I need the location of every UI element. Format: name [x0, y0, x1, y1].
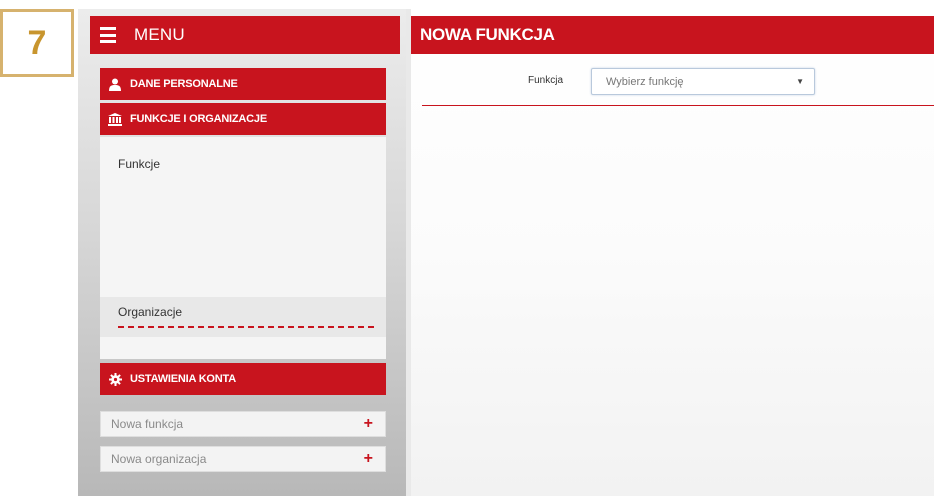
section-label: USTAWIENIA KONTA	[130, 373, 236, 385]
action-label: Nowa funkcja	[111, 417, 184, 431]
hamburger-icon[interactable]	[100, 27, 116, 43]
function-field-label: Funkcja	[528, 75, 564, 86]
active-underline	[118, 326, 374, 328]
menu-title: MENU	[134, 25, 185, 44]
section-label: FUNKCJE I ORGANIZACJE	[130, 113, 267, 125]
function-select[interactable]: Wybierz funkcję ▼	[591, 68, 815, 95]
section-label: DANE PERSONALNE	[130, 78, 238, 90]
form-divider	[422, 105, 934, 106]
section-ustawienia-konta[interactable]: USTAWIENIA KONTA	[100, 363, 386, 395]
user-icon	[108, 77, 122, 91]
new-function-button[interactable]: Nowa funkcja +	[100, 411, 386, 437]
sidebar: MENU DANE PERSONALNE FUNKCJE I ORGANIZAC…	[78, 9, 406, 496]
section-funkcje-i-organizacje[interactable]: FUNKCJE I ORGANIZACJE	[100, 103, 386, 135]
new-organization-button[interactable]: Nowa organizacja +	[100, 446, 386, 472]
main-panel: NOWA FUNKCJA Funkcja Wybierz funkcję ▼	[411, 9, 934, 496]
select-value: Wybierz funkcję	[606, 75, 684, 88]
section-dane-personalne[interactable]: DANE PERSONALNE	[100, 68, 386, 100]
page-title: NOWA FUNKCJA	[411, 16, 934, 54]
gear-icon	[108, 372, 122, 386]
submenu-panel: Funkcje Organizacje	[100, 137, 386, 359]
action-label: Nowa organizacja	[111, 452, 207, 466]
institution-icon	[108, 112, 122, 126]
plus-icon[interactable]: +	[364, 450, 373, 468]
app-window: MENU DANE PERSONALNE FUNKCJE I ORGANIZAC…	[78, 9, 934, 496]
plus-icon[interactable]: +	[364, 415, 373, 433]
menu-header[interactable]: MENU	[90, 16, 400, 54]
chevron-down-icon: ▼	[796, 77, 804, 86]
submenu-item-organizacje[interactable]: Organizacje	[118, 305, 182, 319]
submenu-item-funkcje[interactable]: Funkcje	[118, 157, 160, 171]
step-number-badge: 7	[0, 9, 74, 77]
